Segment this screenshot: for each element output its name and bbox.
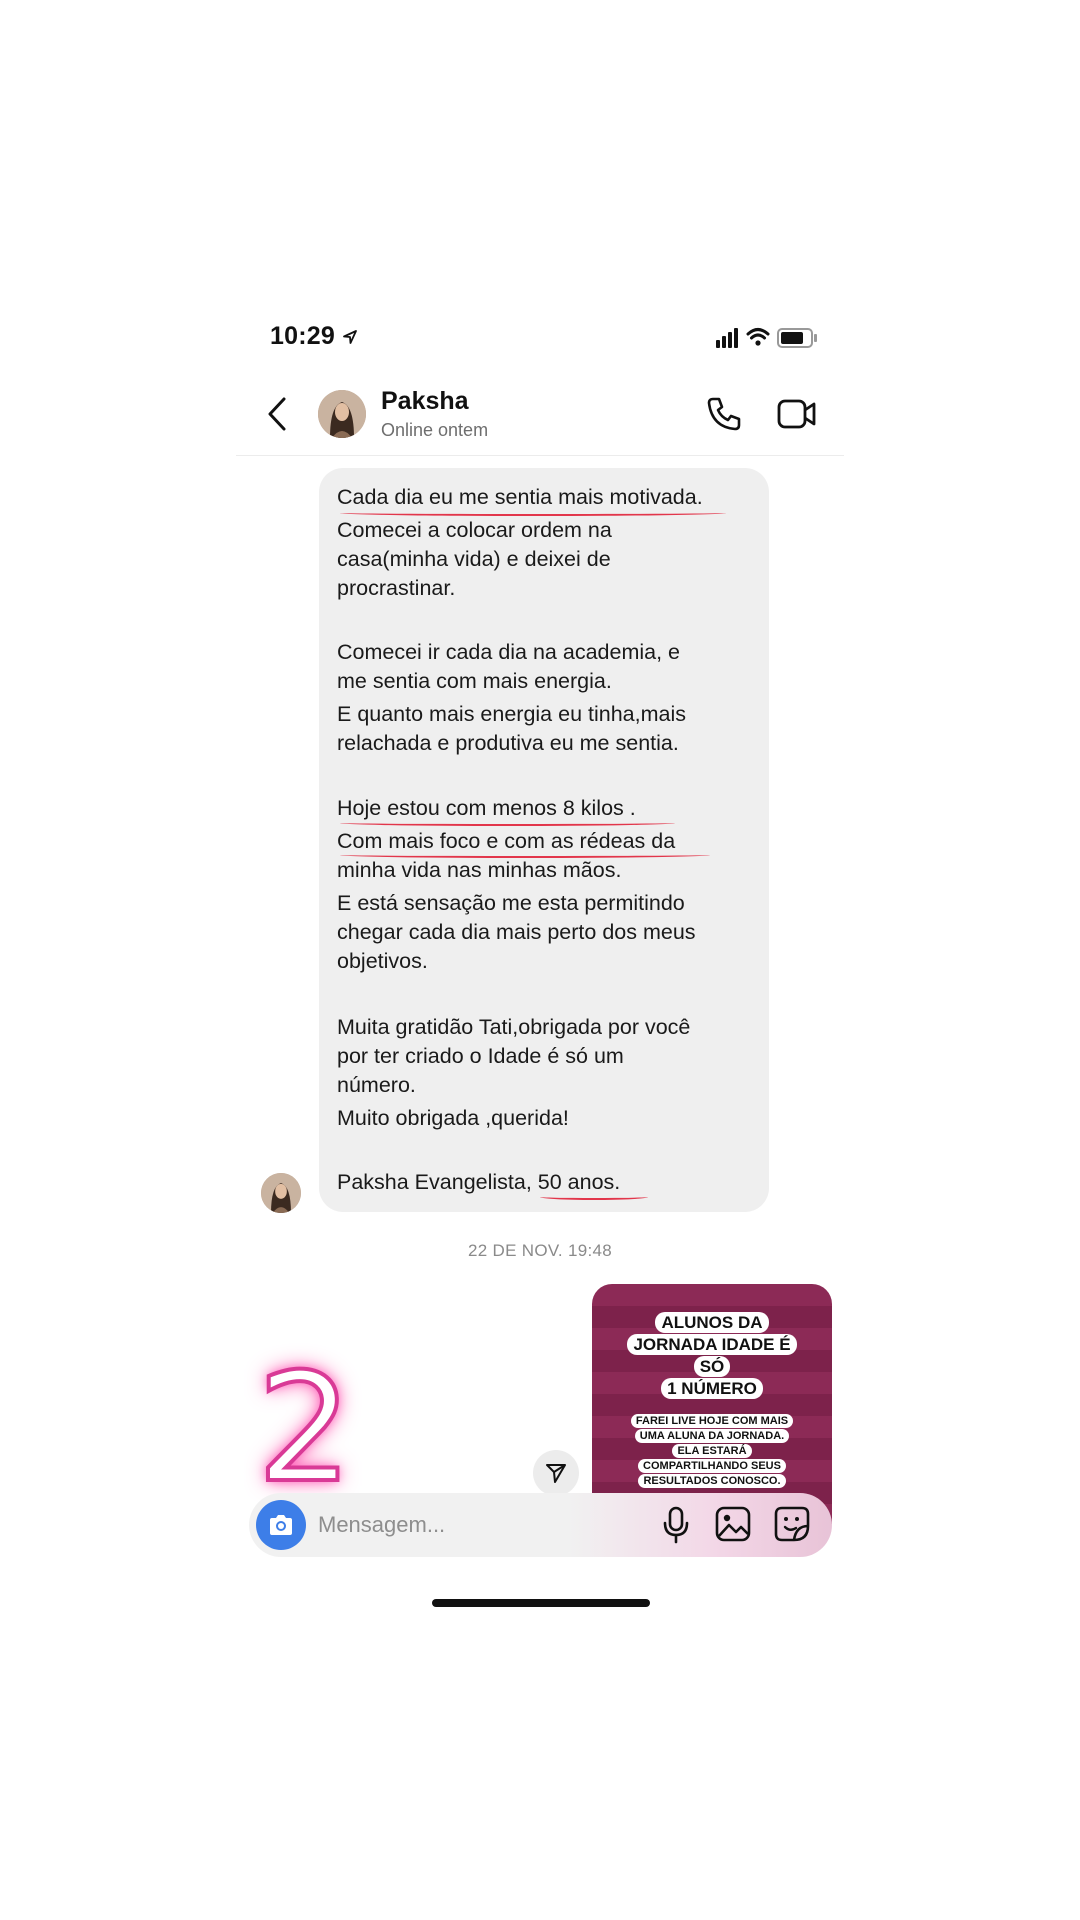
story-body-line: ELA ESTARÁ — [672, 1444, 752, 1458]
message-line: casa(minha vida) e deixei de — [337, 547, 611, 571]
message-line: Hoje estou com menos 8 kilos . — [337, 796, 636, 820]
avatar-image — [261, 1173, 301, 1213]
contact-name[interactable]: Paksha — [381, 387, 469, 416]
message-line: Com mais foco e com as rédeas da — [337, 829, 676, 853]
header-divider — [236, 455, 844, 456]
story-body-line: UMA ALUNA DA JORNADA. — [634, 1429, 790, 1443]
battery-icon — [777, 328, 817, 348]
camera-button[interactable] — [256, 1500, 306, 1550]
contact-avatar[interactable] — [318, 390, 366, 438]
message-line: procrastinar. — [337, 576, 456, 600]
sticker-button[interactable] — [774, 1506, 810, 1542]
signal-icon — [716, 328, 738, 348]
highlight-underline — [340, 510, 726, 516]
microphone-button[interactable] — [661, 1506, 691, 1544]
message-line: por ter criado o Idade é só um — [337, 1044, 624, 1068]
status-icons — [716, 328, 817, 348]
shared-story-card[interactable]: ALUNOS DA JORNADA IDADE É SÓ 1 NÚMERO FA… — [592, 1284, 832, 1524]
message-line: E está sensação me esta permitindo — [337, 891, 685, 915]
message-line: E quanto mais energia eu tinha,mais — [337, 702, 686, 726]
story-title-line: 1 NÚMERO — [661, 1378, 763, 1399]
location-arrow-icon — [343, 330, 358, 344]
phone-call-button[interactable] — [706, 396, 742, 432]
camera-icon — [270, 1515, 292, 1535]
home-indicator — [432, 1599, 650, 1607]
contact-status: Online ontem — [381, 420, 489, 440]
message-line: relachada e produtiva eu me sentia. — [337, 731, 679, 755]
message-line: chegar cada dia mais perto dos meus — [337, 920, 696, 944]
highlight-underline — [340, 852, 710, 858]
story-body-line: RESULTADOS CONOSCO. — [638, 1474, 786, 1488]
message-line: minha vida nas minhas mãos. — [337, 858, 622, 882]
status-time-text: 10:29 — [270, 322, 335, 350]
message-line: Muito obrigada ,querida! — [337, 1106, 569, 1130]
video-call-button[interactable] — [777, 396, 817, 432]
message-line: número. — [337, 1073, 416, 1097]
message-line: Comecei a colocar ordem na — [337, 518, 612, 542]
message-line: Comecei ir cada dia na academia, e — [337, 640, 680, 664]
message-line: me sentia com mais energia. — [337, 669, 612, 693]
message-timestamp: 22 DE NOV. 19:48 — [467, 1241, 613, 1260]
story-title-line: JORNADA IDADE É SÓ — [627, 1334, 797, 1377]
message-line: Muita gratidão Tati,obrigada por você — [337, 1015, 691, 1039]
highlight-underline — [340, 820, 675, 826]
gallery-button[interactable] — [715, 1506, 751, 1542]
message-line: Cada dia eu me sentia mais motivada. — [337, 485, 703, 509]
status-time: 10:29 — [270, 322, 358, 351]
overlay-number: 2 — [255, 1342, 354, 1516]
message-input[interactable] — [318, 1508, 618, 1542]
avatar-image — [318, 390, 366, 438]
back-button[interactable] — [262, 396, 294, 432]
share-story-button[interactable] — [533, 1450, 579, 1496]
sender-avatar[interactable] — [261, 1173, 301, 1213]
wifi-icon — [746, 328, 770, 346]
paper-plane-icon — [546, 1464, 566, 1483]
highlight-underline — [540, 1194, 648, 1200]
story-body-line: COMPARTILHANDO SEUS — [638, 1459, 786, 1473]
message-line: objetivos. — [337, 949, 428, 973]
message-line: Paksha Evangelista, 50 anos. — [337, 1170, 621, 1194]
story-body-line: FAREI LIVE HOJE COM MAIS — [630, 1414, 794, 1428]
story-body: FAREI LIVE HOJE COM MAIS UMA ALUNA DA JO… — [622, 1414, 802, 1489]
story-title: ALUNOS DA JORNADA IDADE É SÓ 1 NÚMERO — [620, 1312, 804, 1400]
story-title-line: ALUNOS DA — [655, 1312, 769, 1333]
